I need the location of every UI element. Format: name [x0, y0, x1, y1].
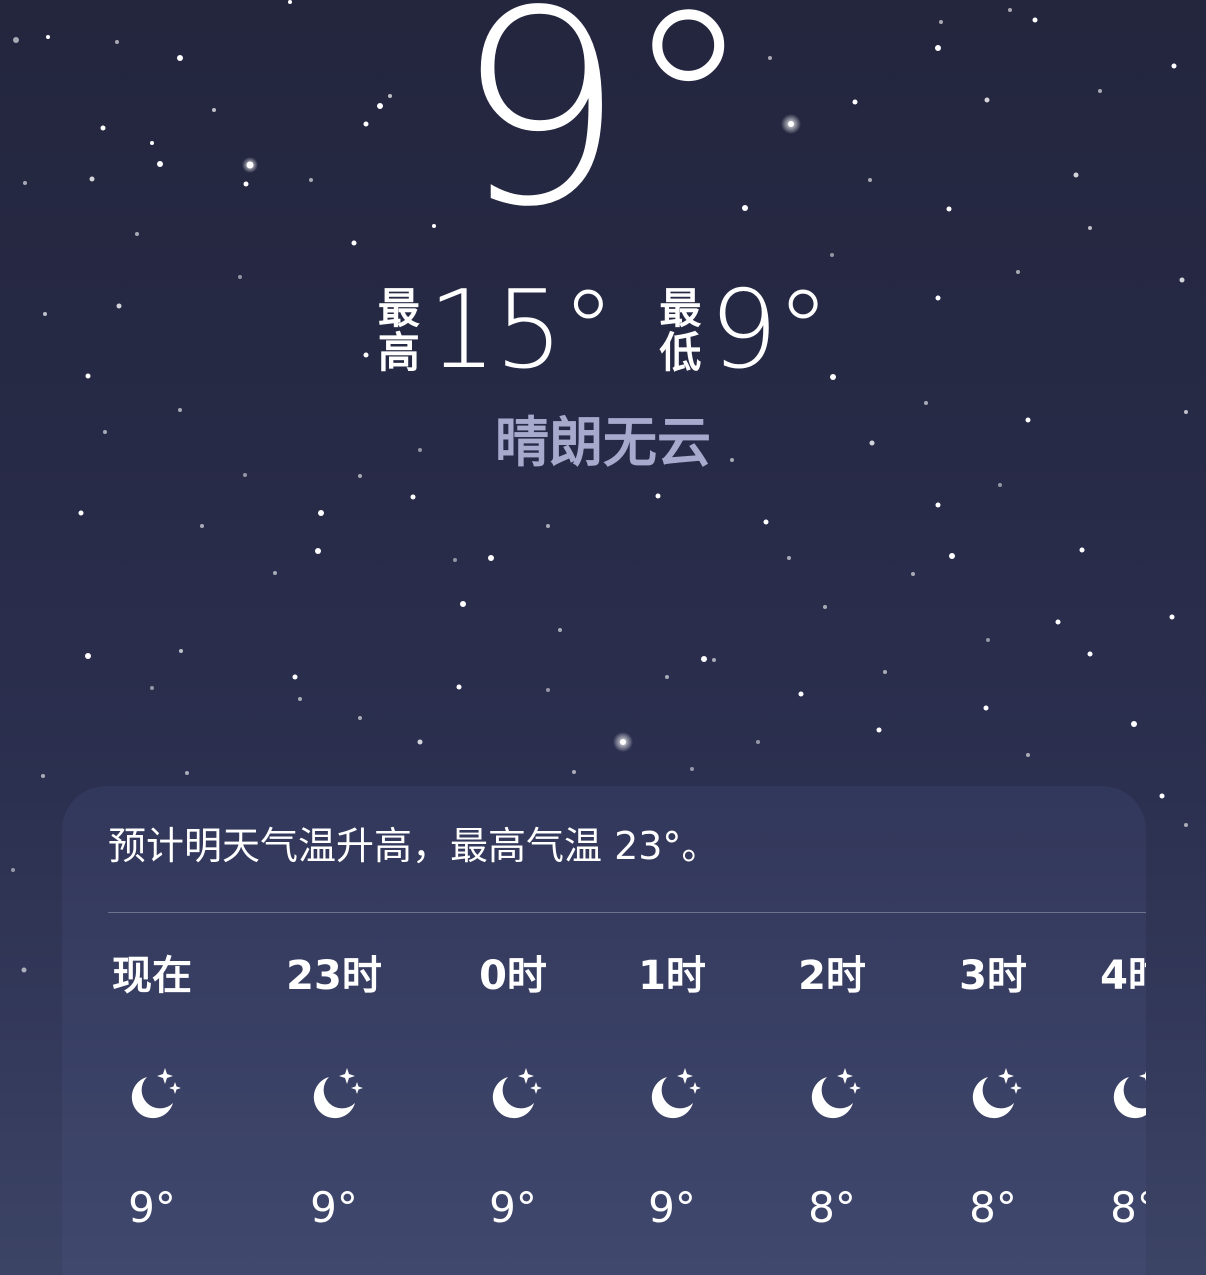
- current-temperature: 9°: [454, 0, 756, 266]
- hour-label: 4时: [1100, 953, 1146, 999]
- moon-stars-icon: [120, 1062, 184, 1126]
- hour-temperature: 9°: [648, 1183, 696, 1232]
- divider: [108, 912, 1146, 913]
- weather-condition: 晴朗无云: [495, 411, 711, 474]
- hour-label: 3时: [959, 953, 1027, 999]
- moon-stars-icon: [961, 1062, 1025, 1126]
- high-temperature-value: 15°: [427, 268, 615, 393]
- high-label: 最 高: [377, 284, 420, 377]
- hour-item[interactable]: 2时 8°: [757, 946, 907, 1238]
- hour-label: 2时: [798, 953, 866, 999]
- forecast-summary: 预计明天气温升高，最高气温 23°。: [108, 824, 720, 868]
- moon-stars-icon: [1102, 1062, 1146, 1126]
- high-temperature: 最 高 15°: [377, 268, 615, 393]
- hour-temperature: 9°: [128, 1183, 176, 1232]
- hour-temperature: 8°: [969, 1183, 1017, 1232]
- hour-item[interactable]: 3时 8°: [918, 946, 1068, 1238]
- hour-temperature: 9°: [489, 1183, 537, 1232]
- hour-temperature: 9°: [310, 1183, 358, 1232]
- moon-stars-icon: [302, 1062, 366, 1126]
- low-temperature-value: 9°: [709, 268, 830, 393]
- hour-temperature: 8°: [1110, 1183, 1146, 1232]
- hour-label: 0时: [479, 953, 547, 999]
- low-label: 最 低: [659, 284, 702, 377]
- moon-stars-icon: [640, 1062, 704, 1126]
- hour-item[interactable]: 4时 8°: [1059, 946, 1146, 1238]
- high-low-row: 最 高 15° 最 低 9°: [0, 276, 1206, 386]
- moon-stars-icon: [481, 1062, 545, 1126]
- hour-item[interactable]: 1时 9°: [597, 946, 747, 1238]
- hour-temperature: 8°: [808, 1183, 856, 1232]
- moon-stars-icon: [800, 1062, 864, 1126]
- hour-item[interactable]: 0时 9°: [438, 946, 588, 1238]
- hour-item[interactable]: 23时 9°: [259, 946, 409, 1238]
- low-temperature: 最 低 9°: [659, 268, 830, 393]
- hour-label: 23时: [286, 953, 382, 999]
- hour-label: 1时: [638, 953, 706, 999]
- hourly-forecast-card[interactable]: 预计明天气温升高，最高气温 23°。 现在 9° 23时 9° 0时 9° 1时 9° 2时 8°…: [62, 786, 1146, 1275]
- hour-item[interactable]: 现在 9°: [77, 946, 227, 1238]
- hour-label: 现在: [112, 953, 192, 999]
